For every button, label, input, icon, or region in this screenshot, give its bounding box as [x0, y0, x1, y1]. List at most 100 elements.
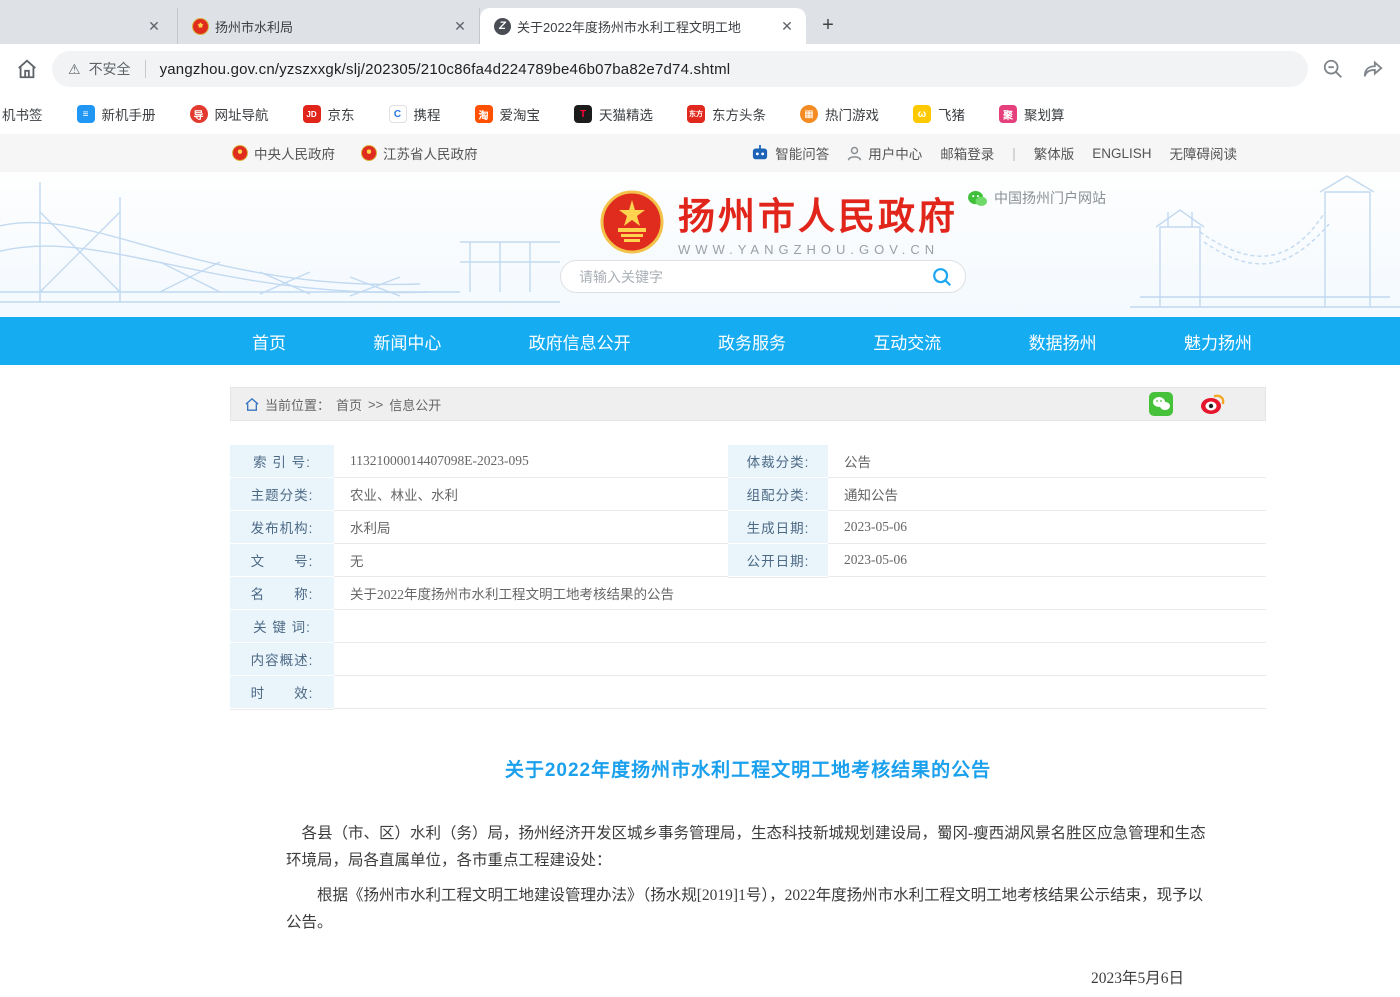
site-name: 扬州市人民政府 — [678, 186, 958, 240]
link-central-gov[interactable]: 中央人民政府 — [232, 143, 335, 163]
zoom-out-icon[interactable] — [1322, 58, 1344, 80]
gov-top-bar: 中央人民政府 江苏省人民政府 智能问答 用户中心 邮箱登录 | 繁体版 — [0, 134, 1400, 172]
header-bridge-art-right — [1130, 172, 1400, 317]
article-body: 关于2022年度扬州市水利工程文明工地考核结果的公告 各县（市、区）水利（务）局… — [230, 755, 1266, 997]
meta-value-keywords — [334, 610, 1266, 643]
meta-value-docnum: 无 — [334, 544, 728, 577]
meta-value-summary — [334, 643, 1266, 676]
tmall-icon: T — [574, 105, 592, 123]
close-icon[interactable]: ✕ — [778, 18, 796, 35]
bookmark-tmall[interactable]: T 天猫精选 — [564, 104, 663, 124]
meta-value-agency: 水利局 — [334, 511, 728, 544]
search-input[interactable] — [579, 269, 931, 285]
site-search[interactable] — [560, 260, 966, 293]
link-smart-qa[interactable]: 智能问答 — [751, 143, 829, 163]
meta-label-group: 组配分类: — [728, 478, 828, 511]
gov-emblem-favicon: ★ — [192, 18, 209, 35]
bookmark-juhuasuan[interactable]: 聚 聚划算 — [989, 104, 1075, 124]
bookmark-games[interactable]: ▦ 热门游戏 — [790, 104, 889, 124]
table-row: 内容概述: — [230, 643, 1266, 676]
meta-value-genre: 公告 — [828, 445, 1266, 478]
divider: | — [1012, 146, 1016, 161]
main-nav: 首页 新闻中心 政府信息公开 政务服务 互动交流 数据扬州 魅力扬州 — [0, 317, 1400, 365]
tab-title: 扬州市水利局 — [215, 17, 445, 36]
portal-link[interactable]: 中国扬州门户网站 — [968, 188, 1106, 208]
meta-value-validity — [334, 676, 1266, 709]
breadcrumb-section-link[interactable]: 信息公开 — [389, 395, 441, 414]
nav-item-data[interactable]: 数据扬州 — [1029, 329, 1097, 354]
meta-label-validity: 时 效: — [230, 676, 334, 709]
nav-item-services[interactable]: 政务服务 — [718, 329, 786, 354]
bookmark-label: 聚划算 — [1024, 104, 1065, 124]
document-metadata-table: 索 引 号: 11321000014407098E-2023-095 体裁分类:… — [230, 444, 1266, 709]
bookmarks-bar: 机书签 ≡ 新机手册 导 网址导航 JD 京东 C 携程 淘 爱淘宝 T 天猫精… — [0, 94, 1400, 134]
site-url-text: WWW.YANGZHOU.GOV.CN — [678, 242, 958, 257]
table-row: 索 引 号: 11321000014407098E-2023-095 体裁分类:… — [230, 445, 1266, 478]
article-paragraph: 各县（市、区）水利（务）局，扬州经济开发区城乡事务管理局，生态科技新城规划建设局… — [286, 820, 1210, 874]
site-logo[interactable]: 扬州市人民政府 WWW.YANGZHOU.GOV.CN — [600, 186, 958, 257]
nav-item-charm[interactable]: 魅力扬州 — [1184, 329, 1252, 354]
link-accessibility[interactable]: 无障碍阅读 — [1170, 143, 1238, 163]
bookmark-manual[interactable]: ≡ 新机手册 — [67, 104, 166, 124]
robot-icon — [751, 145, 769, 161]
nav-item-info-disclosure[interactable]: 政府信息公开 — [529, 329, 631, 354]
national-emblem-icon — [600, 190, 664, 254]
link-label: 江苏省人民政府 — [383, 143, 478, 163]
table-row: 时 效: — [230, 676, 1266, 709]
omnibox-divider — [145, 60, 146, 78]
bookmark-dongfang[interactable]: 东方 东方头条 — [677, 104, 776, 124]
weibo-share-icon[interactable] — [1199, 392, 1225, 416]
portal-label: 中国扬州门户网站 — [994, 188, 1106, 208]
juhuasuan-icon: 聚 — [999, 105, 1017, 123]
bookmark-label: 携程 — [414, 104, 441, 124]
share-icon[interactable] — [1362, 58, 1384, 80]
tab-cutoff[interactable]: ✕ — [0, 8, 178, 44]
close-icon[interactable]: ✕ — [451, 18, 469, 35]
article-title: 关于2022年度扬州市水利工程文明工地考核结果的公告 — [286, 755, 1210, 782]
link-traditional[interactable]: 繁体版 — [1034, 143, 1075, 163]
url-text[interactable]: yangzhou.gov.cn/yzszxxgk/slj/202305/210c… — [160, 61, 731, 78]
nav-item-home[interactable]: 首页 — [252, 329, 286, 354]
manual-book-icon: ≡ — [77, 105, 95, 123]
bookmark-fliggy[interactable]: ω 飞猪 — [903, 104, 975, 124]
tab-title: 关于2022年度扬州市水利工程文明工地 — [517, 17, 772, 36]
warning-icon: ⚠ — [68, 61, 81, 78]
bookmark-label: 京东 — [328, 104, 355, 124]
link-mail-login[interactable]: 邮箱登录 — [940, 143, 994, 163]
tab-active-announcement[interactable]: Z 关于2022年度扬州市水利工程文明工地 ✕ — [480, 8, 806, 44]
bookmark-jd[interactable]: JD 京东 — [293, 104, 365, 124]
bookmark-label: 飞猪 — [938, 104, 965, 124]
meta-value-title: 关于2022年度扬州市水利工程文明工地考核结果的公告 — [334, 577, 1266, 610]
nav-item-interaction[interactable]: 互动交流 — [873, 329, 941, 354]
browser-address-bar: ⚠ 不安全 yangzhou.gov.cn/yzszxxgk/slj/20230… — [0, 44, 1400, 94]
tab-yangzhou-water-bureau[interactable]: ★ 扬州市水利局 ✕ — [178, 8, 480, 44]
link-label: 无障碍阅读 — [1170, 143, 1238, 163]
header-bridge-art-left — [0, 172, 560, 317]
breadcrumb: 当前位置： 首页 >> 信息公开 — [230, 387, 1266, 421]
link-jiangsu-gov[interactable]: 江苏省人民政府 — [361, 143, 478, 163]
bookmark-phone-cutoff[interactable]: 机书签 — [2, 104, 53, 124]
security-label[interactable]: 不安全 — [89, 59, 131, 79]
meta-label-index: 索 引 号: — [230, 445, 334, 478]
meta-label-title: 名 称: — [230, 577, 334, 610]
bookmark-label: 热门游戏 — [825, 104, 879, 124]
meta-label-published: 公开日期: — [728, 544, 828, 577]
link-user-center[interactable]: 用户中心 — [847, 143, 922, 163]
browser-tab-bar: ✕ ★ 扬州市水利局 ✕ Z 关于2022年度扬州市水利工程文明工地 ✕ + — [0, 0, 1400, 44]
bookmark-taobao[interactable]: 淘 爱淘宝 — [465, 104, 551, 124]
breadcrumb-home-link[interactable]: 首页 — [336, 395, 362, 414]
link-english[interactable]: ENGLISH — [1092, 146, 1151, 161]
nav-item-news[interactable]: 新闻中心 — [373, 329, 441, 354]
wechat-share-icon[interactable] — [1149, 392, 1173, 416]
bookmark-nav-site[interactable]: 导 网址导航 — [180, 104, 279, 124]
bookmark-label: 网址导航 — [215, 104, 269, 124]
search-icon[interactable] — [931, 266, 953, 288]
home-icon[interactable] — [16, 58, 38, 80]
new-tab-button[interactable]: + — [814, 11, 842, 39]
user-icon — [847, 146, 862, 161]
close-icon[interactable]: ✕ — [145, 18, 163, 35]
bookmark-ctrip[interactable]: C 携程 — [379, 104, 451, 124]
bookmark-label: 新机手册 — [102, 104, 156, 124]
table-row: 关 键 词: — [230, 610, 1266, 643]
omnibox[interactable]: ⚠ 不安全 yangzhou.gov.cn/yzszxxgk/slj/20230… — [52, 51, 1308, 87]
